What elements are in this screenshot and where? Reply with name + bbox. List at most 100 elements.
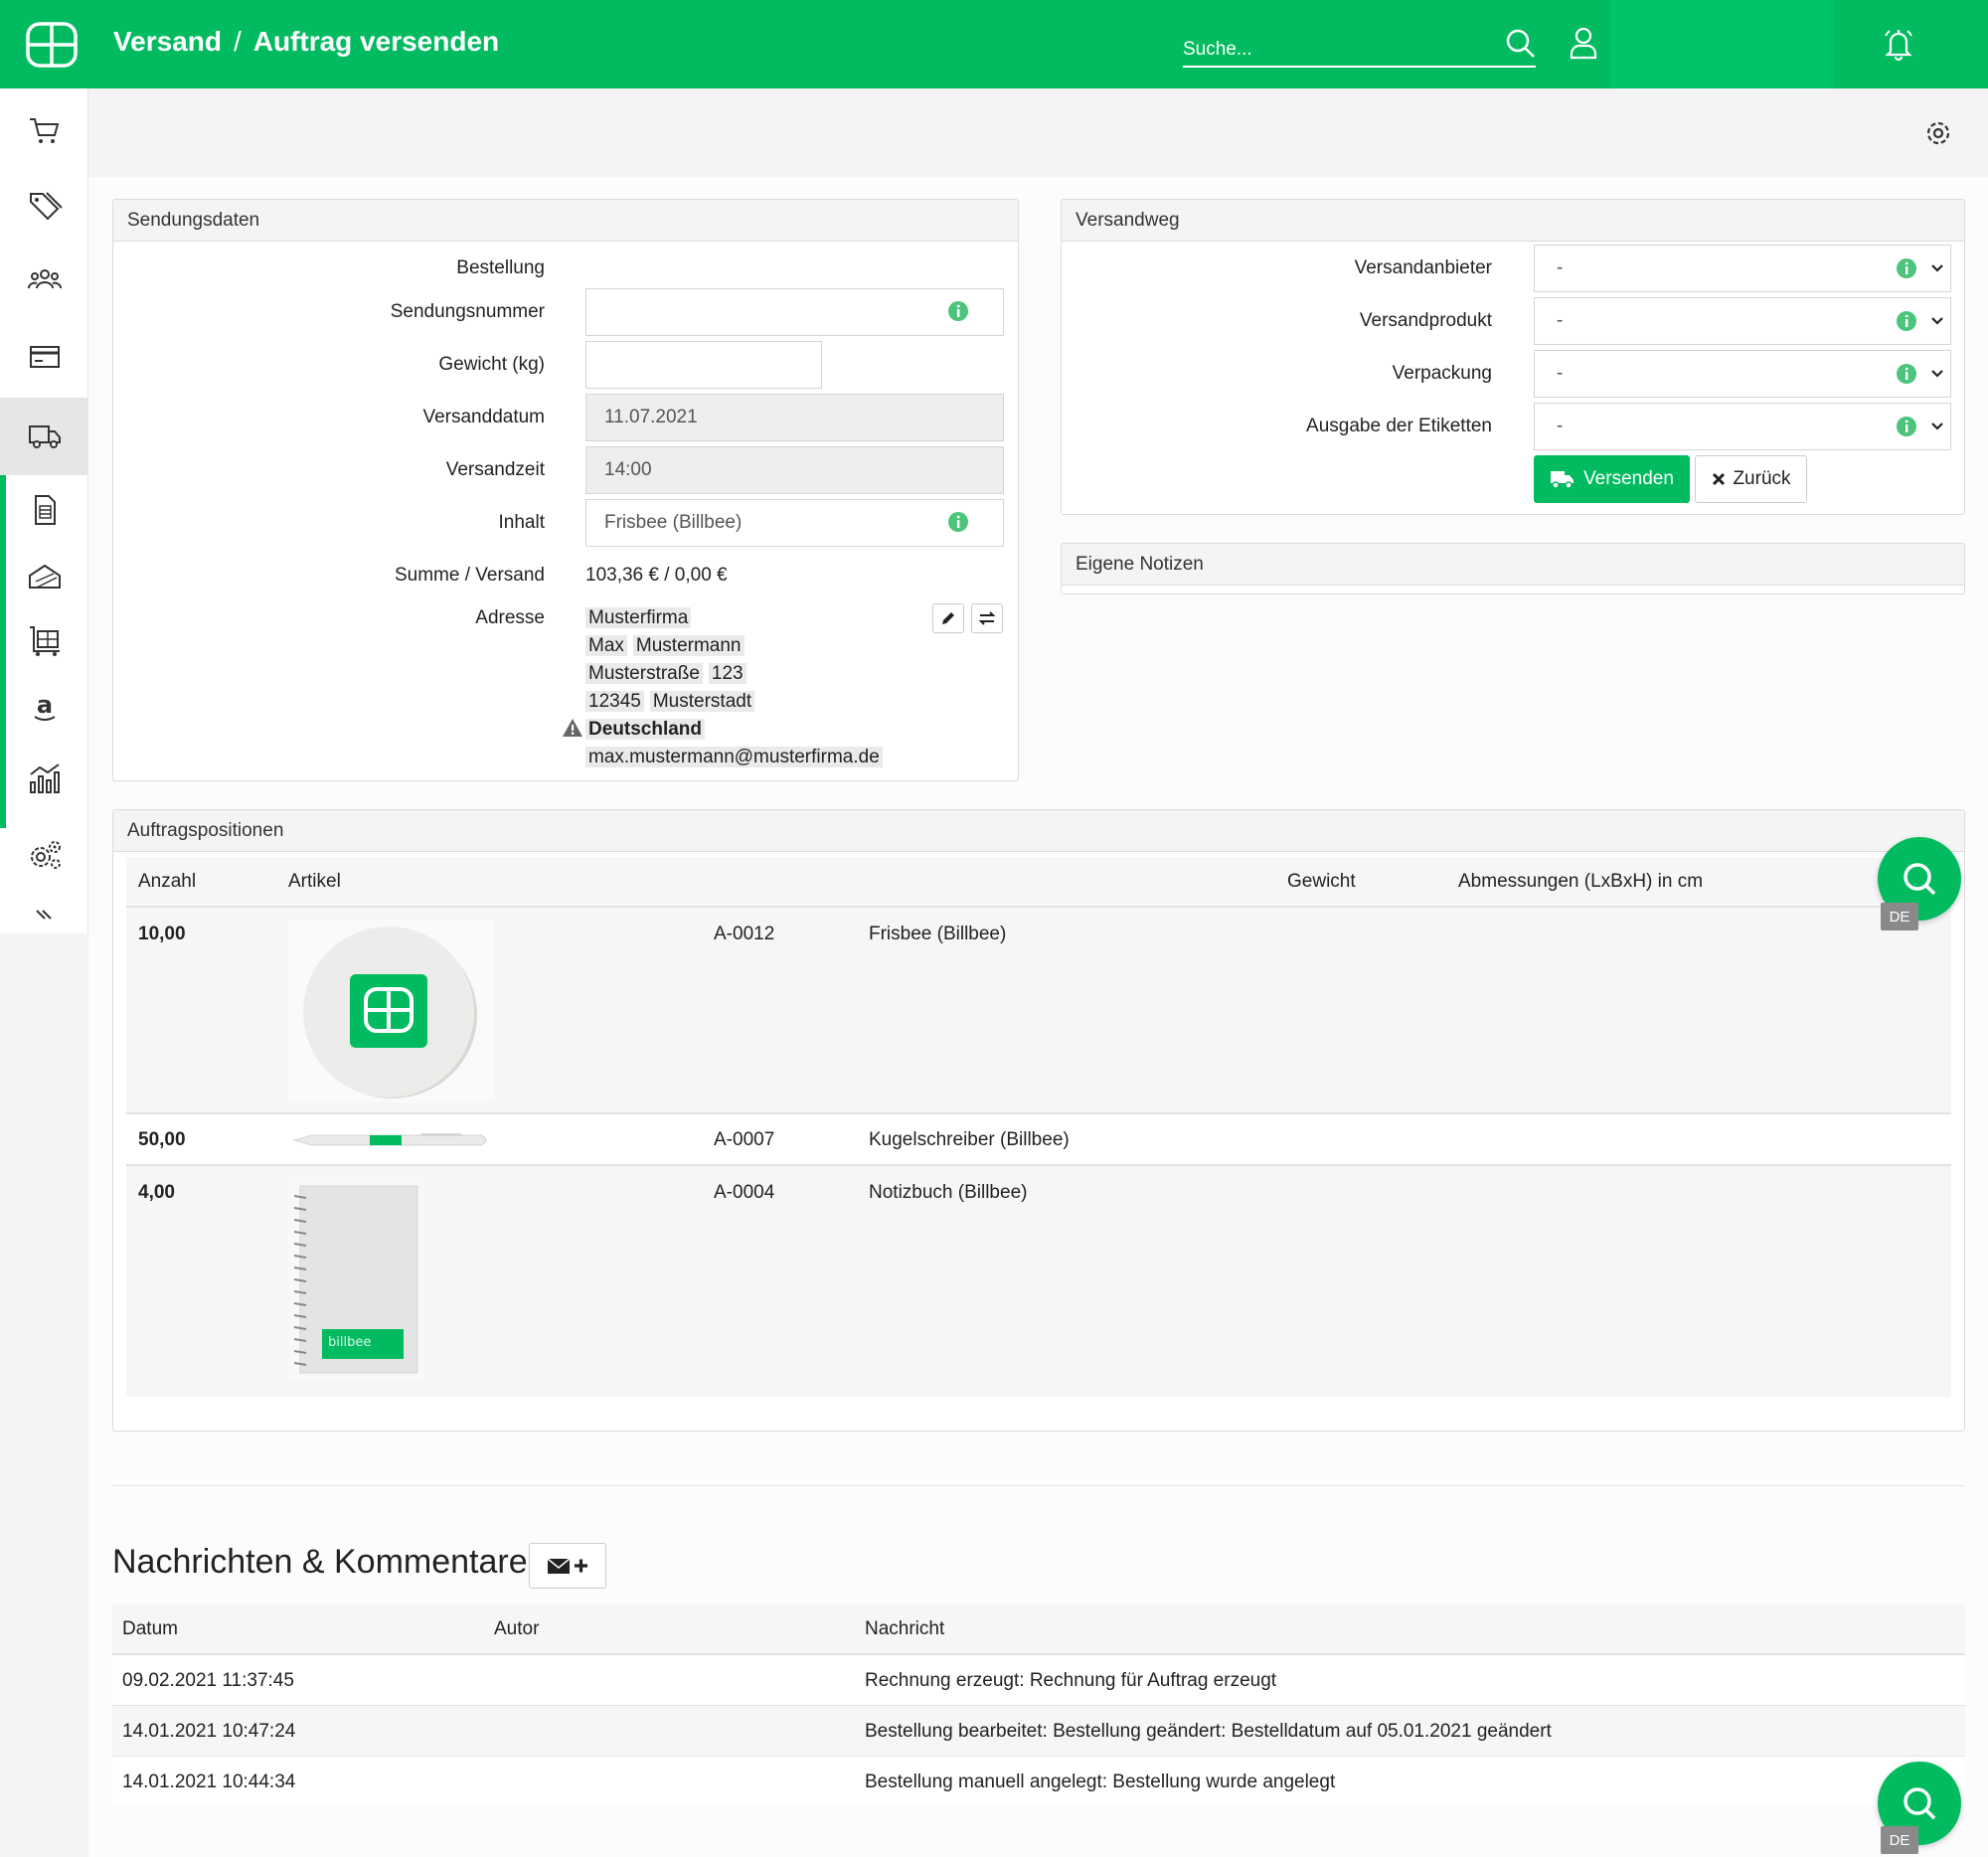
chevron-down-icon (1931, 264, 1943, 272)
language-badge[interactable]: DE (1881, 903, 1918, 930)
versenden-label: Versenden (1583, 468, 1674, 489)
sidebar-item-warehouse[interactable] (0, 606, 88, 676)
statistics-icon (29, 763, 60, 793)
versanddatum-field[interactable]: 11.07.2021 (585, 394, 1004, 441)
column-anzahl: Anzahl (138, 871, 197, 892)
label-versandanbieter: Versandanbieter (1354, 257, 1492, 278)
message-text: Bestellung bearbeitet: Bestellung geände… (865, 1721, 1552, 1742)
label-versandprodukt: Versandprodukt (1359, 310, 1492, 331)
sidebar-item-payments[interactable] (0, 322, 88, 392)
row-anzahl: 10,00 (138, 924, 186, 944)
message-date: 14.01.2021 10:44:34 (122, 1772, 296, 1792)
search-input[interactable] (1183, 26, 1481, 66)
sidebar-item-settings[interactable] (0, 820, 88, 890)
sidebar-item-invoices[interactable] (0, 475, 88, 545)
breadcrumb-section[interactable]: Versand (113, 26, 222, 57)
chevron-down-icon (1931, 422, 1943, 430)
address-first-name: Max (585, 635, 627, 656)
sidebar-item-shipping[interactable] (0, 398, 88, 475)
sidebar-item-products[interactable] (0, 171, 88, 241)
row-sku: A-0012 (714, 924, 775, 944)
address-line-4: 12345 Musterstadt (585, 691, 760, 713)
column-nachricht: Nachricht (865, 1618, 945, 1639)
tags-icon (29, 192, 63, 221)
gewicht-field[interactable] (585, 341, 822, 389)
column-autor: Autor (494, 1618, 540, 1639)
summe-value: 103,36 € / 0,00 € (585, 565, 728, 586)
address-zip: 12345 (585, 691, 644, 712)
notebook-image[interactable]: billbee (288, 1178, 425, 1381)
row-anzahl: 4,00 (138, 1182, 175, 1203)
warehouse-cart-icon (29, 626, 60, 656)
row-name[interactable]: Frisbee (Billbee) (869, 924, 1006, 945)
column-abmessungen: Abmessungen (LxBxH) in cm (1458, 871, 1704, 892)
label-versandzeit: Versandzeit (445, 459, 545, 480)
panel-eigene-notizen[interactable]: Eigene Notizen (1061, 543, 1965, 594)
info-icon[interactable] (1896, 363, 1917, 385)
pencil-icon (942, 612, 954, 624)
etiketten-select[interactable]: - (1534, 403, 1951, 450)
address-house-no: 123 (708, 663, 746, 684)
column-gewicht: Gewicht (1287, 871, 1356, 892)
address-line-6: max.mustermann@musterfirma.de (585, 747, 889, 768)
frisbee-image[interactable] (288, 920, 495, 1102)
info-icon[interactable] (1896, 416, 1917, 437)
messages-header-row (112, 1604, 1965, 1654)
edit-address-button[interactable] (932, 603, 964, 633)
column-datum: Datum (122, 1618, 178, 1639)
user-icon[interactable] (1569, 26, 1598, 60)
label-sendungsnummer: Sendungsnummer (390, 301, 545, 322)
sidebar-item-customers[interactable] (0, 246, 88, 315)
envelope-plus-icon (547, 1558, 587, 1574)
zurueck-button[interactable]: Zurück (1695, 455, 1807, 503)
search-box (1183, 26, 1536, 68)
bell-icon[interactable] (1881, 26, 1916, 62)
label-etiketten: Ausgabe der Etiketten (1306, 416, 1492, 436)
versandzeit-field[interactable]: 14:00 (585, 446, 1004, 494)
row-name[interactable]: Kugelschreiber (Billbee) (869, 1129, 1070, 1151)
sidebar-item-amazon[interactable]: a (0, 672, 88, 742)
sidebar: a (0, 88, 88, 933)
address-line-1: Musterfirma (585, 607, 697, 629)
gear-icon[interactable] (1922, 117, 1954, 149)
label-inhalt: Inhalt (498, 512, 545, 533)
versandprodukt-select[interactable]: - (1534, 297, 1951, 345)
inhalt-field[interactable]: Frisbee (Billbee) (585, 499, 1004, 547)
search-icon[interactable] (1505, 28, 1537, 60)
search-icon (1904, 863, 1936, 896)
versandanbieter-select[interactable]: - (1534, 245, 1951, 292)
add-message-button[interactable] (529, 1543, 606, 1589)
truck-icon (28, 425, 61, 448)
info-icon[interactable] (1896, 257, 1917, 279)
message-text: Bestellung manuell angelegt: Bestellung … (865, 1772, 1336, 1792)
language-badge[interactable]: DE (1881, 1826, 1918, 1854)
sidebar-item-orders[interactable] (0, 96, 88, 166)
sendungsnummer-field[interactable] (585, 288, 1004, 336)
row-name[interactable]: Notizbuch (Billbee) (869, 1182, 1027, 1204)
truck-icon (1551, 471, 1574, 489)
verpackung-select[interactable]: - (1534, 350, 1951, 398)
versenden-button[interactable]: Versenden (1534, 455, 1690, 503)
zurueck-label: Zurück (1733, 468, 1791, 489)
payment-card-icon (29, 346, 60, 368)
column-artikel: Artikel (288, 871, 341, 892)
notebook-drawing (293, 1185, 418, 1374)
info-icon[interactable] (947, 511, 969, 533)
chevron-down-icon (1931, 317, 1943, 325)
swap-icon (978, 611, 996, 625)
message-date: 09.02.2021 11:37:45 (122, 1670, 294, 1691)
close-icon (1713, 472, 1726, 486)
billbee-logo[interactable] (26, 22, 78, 68)
row-sku: A-0007 (714, 1129, 775, 1150)
chevron-down-icon (1931, 370, 1943, 378)
info-icon[interactable] (1896, 310, 1917, 332)
sidebar-item-returns[interactable] (0, 541, 88, 610)
label-versanddatum: Versanddatum (422, 407, 545, 427)
sidebar-item-collapse[interactable] (0, 896, 88, 933)
message-date: 14.01.2021 10:47:24 (122, 1721, 296, 1742)
message-text: Rechnung erzeugt: Rechnung für Auftrag e… (865, 1670, 1277, 1691)
info-icon[interactable] (947, 300, 969, 322)
sidebar-item-statistics[interactable] (0, 744, 88, 813)
pen-image[interactable] (292, 1129, 493, 1151)
swap-address-button[interactable] (971, 603, 1003, 633)
